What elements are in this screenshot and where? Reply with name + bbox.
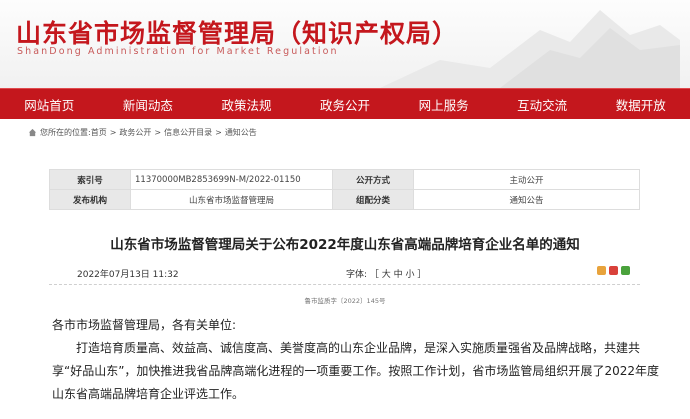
breadcrumb-item-notice[interactable]: 通知公告 <box>225 127 257 138</box>
home-icon <box>28 128 37 136</box>
share-bar <box>597 266 630 275</box>
article-body: 各市市场监督管理局，各有关单位: 打造培育质量高、效益高、诚信度高、美誉度高的山… <box>52 314 664 406</box>
breadcrumb: 您所在的位置: 首页 > 政务公开 > 信息公开目录 > 通知公告 <box>28 124 257 140</box>
article-info-bar: 2022年07月13日 11:32 字体: ［ 大 中 小 ］ <box>49 260 640 282</box>
publisher-value: 山东省市场监督管理局 <box>130 189 333 210</box>
site-header: 山东省市场监督管理局（知识产权局） ShanDong Administratio… <box>0 0 690 88</box>
nav-item-news[interactable]: 新闻动态 <box>99 89 198 119</box>
index-label: 索引号 <box>49 169 131 190</box>
nav-item-policy[interactable]: 政策法规 <box>197 89 296 119</box>
body-paragraph: 打造培育质量高、效益高、诚信度高、美誉度高的山东企业品牌，是深入实施质量强省及品… <box>52 341 659 401</box>
nav-item-data[interactable]: 数据开放 <box>591 89 690 119</box>
document-meta-table: 索引号 11370000MB2853699N-M/2022-01150 公开方式… <box>49 169 640 210</box>
category-label: 组配分类 <box>332 189 414 210</box>
nav-item-interaction[interactable]: 互动交流 <box>493 89 592 119</box>
publisher-label: 发布机构 <box>49 189 131 210</box>
nav-item-services[interactable]: 网上服务 <box>394 89 493 119</box>
main-nav: 网站首页 新闻动态 政策法规 政务公开 网上服务 互动交流 数据开放 <box>0 88 690 119</box>
table-row: 发布机构 山东省市场监督管理局 组配分类 通知公告 <box>49 189 640 210</box>
share-weibo-icon[interactable] <box>609 266 618 275</box>
breadcrumb-item-home[interactable]: 首页 <box>91 127 107 138</box>
breadcrumb-separator: > <box>215 127 222 137</box>
document-number: 鲁市监质字〔2022〕145号 <box>304 297 386 305</box>
share-wechat-icon[interactable] <box>621 266 630 275</box>
breadcrumb-prefix: 您所在的位置: <box>40 127 91 137</box>
site-title[interactable]: 山东省市场监督管理局（知识产权局） <box>16 14 458 50</box>
salutation: 各市市场监督管理局，各有关单位: <box>52 318 237 332</box>
nav-item-home[interactable]: 网站首页 <box>0 89 99 119</box>
index-value: 11370000MB2853699N-M/2022-01150 <box>130 169 333 190</box>
site-subtitle: ShanDong Administration for Market Regul… <box>17 46 339 57</box>
divider <box>49 284 640 285</box>
article-title: 山东省市场监督管理局关于公布2022年度山东省高端品牌培育企业名单的通知 <box>110 237 580 253</box>
breadcrumb-item-affairs[interactable]: 政务公开 <box>119 127 151 138</box>
nav-item-affairs[interactable]: 政务公开 <box>296 89 395 119</box>
open-method-label: 公开方式 <box>332 169 414 190</box>
table-row: 索引号 11370000MB2853699N-M/2022-01150 公开方式… <box>49 169 640 190</box>
breadcrumb-separator: > <box>109 127 117 137</box>
share-qzone-icon[interactable] <box>597 266 606 275</box>
publish-date: 2022年07月13日 11:32 <box>77 270 179 280</box>
font-size-control[interactable]: 字体: ［ 大 中 小 ］ <box>346 267 426 280</box>
breadcrumb-separator: > <box>154 127 162 137</box>
category-value: 通知公告 <box>413 189 640 210</box>
breadcrumb-item-catalog[interactable]: 信息公开目录 <box>164 127 212 138</box>
open-method-value: 主动公开 <box>413 169 640 190</box>
